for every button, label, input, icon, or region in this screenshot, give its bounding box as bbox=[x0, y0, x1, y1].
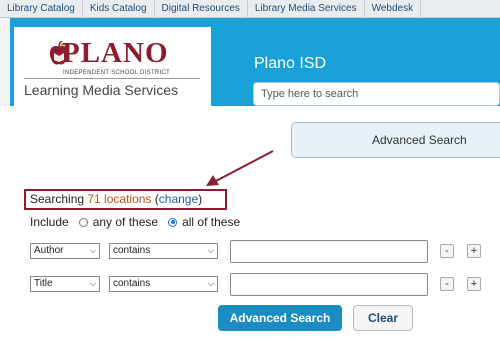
field-select-2-value: Title bbox=[34, 278, 53, 289]
site-logo[interactable]: PLANO INDEPENDENT SCHOOL DISTRICT Learni… bbox=[14, 27, 211, 106]
header: PLANO INDEPENDENT SCHOOL DISTRICT Learni… bbox=[0, 18, 500, 106]
logo-divider bbox=[24, 78, 200, 79]
location-count: 71 locations bbox=[87, 192, 152, 206]
operator-select-2[interactable]: contains ⌵ bbox=[109, 276, 218, 292]
field-select-2[interactable]: Title ⌵ bbox=[30, 276, 100, 292]
field-select-1[interactable]: Author ⌵ bbox=[30, 243, 100, 259]
advanced-search-button[interactable]: Advanced Search bbox=[218, 305, 342, 331]
radio-any[interactable] bbox=[78, 217, 88, 227]
searching-prefix: Searching bbox=[30, 192, 88, 206]
site-title: Plano ISD bbox=[254, 55, 327, 72]
radio-any-label: any of these bbox=[92, 215, 159, 229]
chevron-down-icon: ⌵ bbox=[207, 246, 214, 255]
logo-subtitle: INDEPENDENT SCHOOL DISTRICT bbox=[63, 70, 171, 76]
top-nav: Library Catalog Kids Catalog Digital Res… bbox=[0, 0, 500, 18]
chevron-down-icon: ⌵ bbox=[89, 246, 96, 255]
change-locations-link[interactable]: change bbox=[159, 192, 198, 206]
tab-webdesk[interactable]: Webdesk bbox=[365, 0, 422, 17]
advanced-search-heading: Advanced Search bbox=[372, 133, 467, 147]
chevron-down-icon: ⌵ bbox=[89, 279, 96, 288]
search-input[interactable] bbox=[253, 82, 500, 106]
advanced-search-heading-box: Advanced Search bbox=[291, 122, 500, 158]
search-term-input-1[interactable] bbox=[230, 240, 428, 263]
logo-name: PLANO bbox=[62, 37, 169, 69]
include-label: Include bbox=[30, 215, 69, 229]
annotation-arrow-icon bbox=[206, 150, 274, 186]
clear-button[interactable]: Clear bbox=[353, 305, 413, 331]
radio-all-label: all of these bbox=[182, 215, 241, 229]
operator-select-1[interactable]: contains ⌵ bbox=[109, 243, 218, 259]
remove-row-button-1[interactable]: - bbox=[440, 244, 454, 258]
add-row-button-2[interactable]: + bbox=[467, 277, 481, 291]
chevron-down-icon: ⌵ bbox=[207, 279, 214, 288]
add-row-button-1[interactable]: + bbox=[467, 244, 481, 258]
operator-select-1-value: contains bbox=[113, 245, 151, 256]
operator-select-2-value: contains bbox=[113, 278, 151, 289]
tab-kids-catalog[interactable]: Kids Catalog bbox=[83, 0, 155, 17]
include-options: Include any of these all of these bbox=[30, 215, 240, 229]
tab-library-catalog[interactable]: Library Catalog bbox=[0, 0, 83, 17]
remove-row-button-2[interactable]: - bbox=[440, 277, 454, 291]
logo-department: Learning Media Services bbox=[24, 82, 179, 98]
tab-digital-resources[interactable]: Digital Resources bbox=[155, 0, 248, 17]
change-close-paren: ) bbox=[198, 192, 203, 206]
tab-library-media-services[interactable]: Library Media Services bbox=[248, 0, 365, 17]
field-select-1-value: Author bbox=[34, 245, 64, 256]
radio-all[interactable] bbox=[168, 217, 178, 227]
change-open-paren: ( bbox=[151, 192, 159, 206]
search-term-input-2[interactable] bbox=[230, 273, 428, 296]
searching-locations: Searching 71 locations (change) bbox=[24, 189, 227, 210]
